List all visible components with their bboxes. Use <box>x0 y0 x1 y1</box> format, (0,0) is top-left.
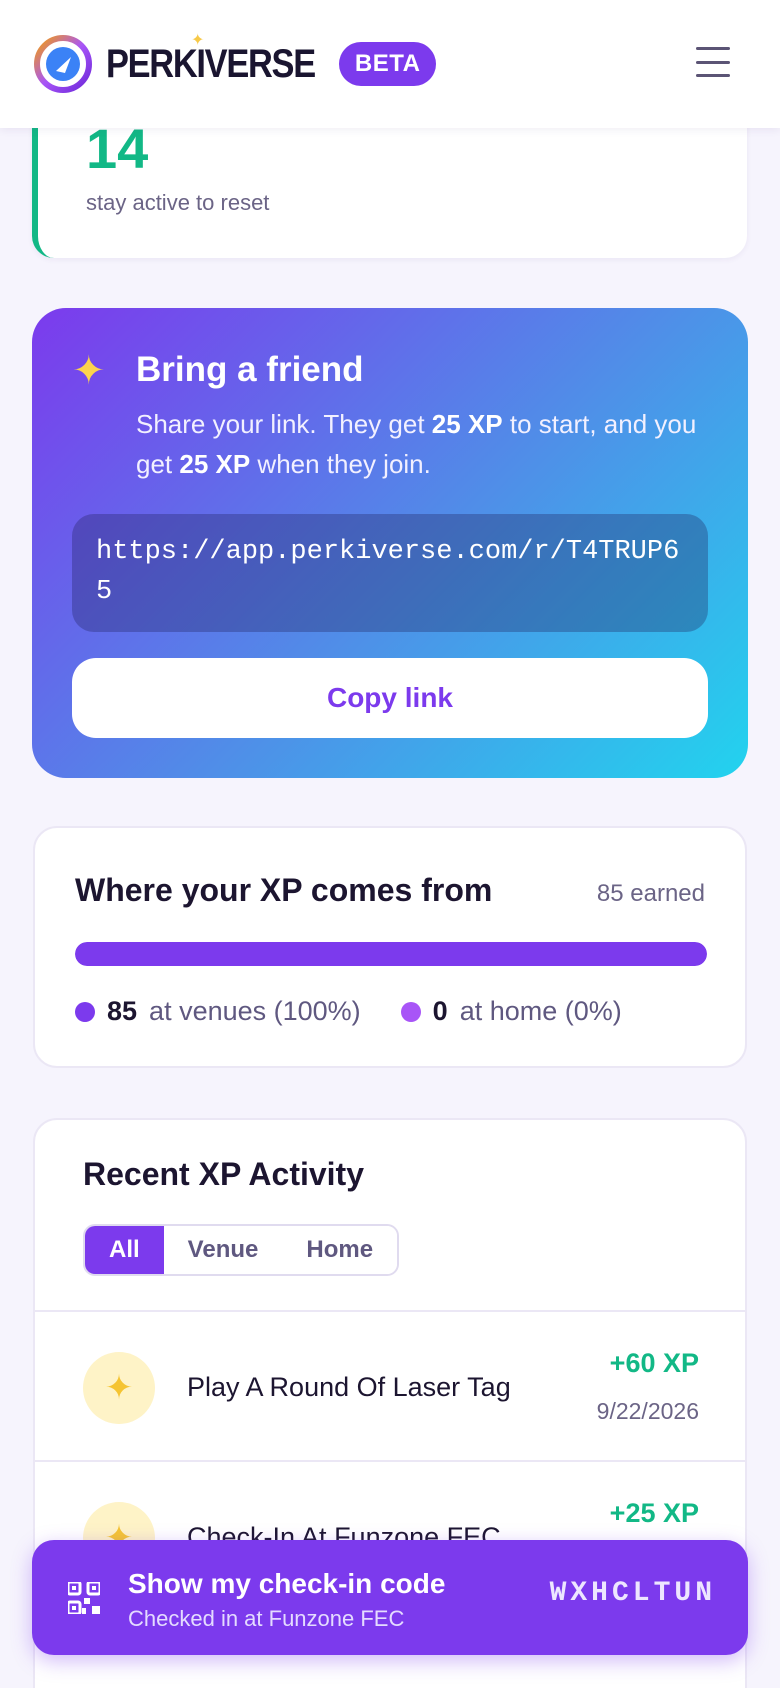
checkin-code: WXHCLTUN <box>549 1578 716 1609</box>
hamburger-menu-icon[interactable] <box>696 47 730 77</box>
legend-dot-home <box>400 1001 421 1022</box>
xp-sources-bar <box>75 942 707 966</box>
sparkle-icon: ✦ <box>83 1352 155 1424</box>
legend-dot-venues <box>75 1001 95 1022</box>
recent-activity-title: Recent XP Activity <box>83 1156 364 1192</box>
activity-label: Play A Round Of Laser Tag <box>187 1372 511 1402</box>
legend-home-label: at home (0%) <box>459 996 622 1026</box>
checkin-subtitle: Checked in at Funzone FEC <box>128 1606 405 1631</box>
xp-earned-total: 85 earned <box>596 880 705 907</box>
xp-sources-legend: 85 at venues (100%) 0 at home (0%) <box>75 996 662 1027</box>
tab-all[interactable]: All <box>85 1226 164 1274</box>
legend-home: 0 at home (0%) <box>400 996 622 1027</box>
legend-home-value: 0 <box>432 996 448 1026</box>
activity-date: 9/22/2026 <box>596 1398 699 1424</box>
brand-sparkle-icon: ✦ <box>191 32 205 49</box>
app-header: PERKIVERSE ✦ BETA <box>0 0 780 128</box>
checkin-title: Show my check-in code <box>128 1568 446 1599</box>
xp-sources-title: Where your XP comes from <box>75 872 493 908</box>
checkin-code-button[interactable]: Show my check-in code Checked in at Funz… <box>32 1540 748 1655</box>
activity-filter-tabs: All Venue Home <box>83 1224 400 1276</box>
qr-code-icon <box>66 1580 102 1616</box>
list-item[interactable]: ✦ Play A Round Of Laser Tag +60 XP 9/22/… <box>35 1312 745 1462</box>
referral-description: Share your link. They get 25 XP to start… <box>136 409 697 479</box>
perkiverse-logo-icon[interactable] <box>34 35 92 93</box>
xp-sources-card: Where your XP comes from 85 earned 85 at… <box>33 826 747 1068</box>
brand-name: PERKIVERSE <box>106 41 316 86</box>
activity-xp: +25 XP <box>609 1498 699 1528</box>
copy-link-button[interactable]: Copy link <box>72 658 708 738</box>
streak-note: stay active to reset <box>86 190 270 215</box>
beta-badge: BETA <box>338 42 437 86</box>
legend-venues: 85 at venues (100%) <box>75 996 361 1027</box>
referral-title: Bring a friend <box>136 350 364 389</box>
tab-venue[interactable]: Venue <box>163 1226 283 1274</box>
referral-card: ✦ Bring a friend Share your link. They g… <box>32 308 748 778</box>
tab-home[interactable]: Home <box>282 1226 398 1274</box>
legend-venues-value: 85 <box>107 996 138 1026</box>
activity-xp: +60 XP <box>609 1348 699 1378</box>
legend-venues-label: at venues (100%) <box>149 996 361 1026</box>
referral-link[interactable]: https://app.perkiverse.com/r/T4TRUP65 <box>72 514 708 632</box>
xp-venue-bar-fill <box>75 942 707 966</box>
sparkle-icon: ✦ <box>72 349 106 393</box>
